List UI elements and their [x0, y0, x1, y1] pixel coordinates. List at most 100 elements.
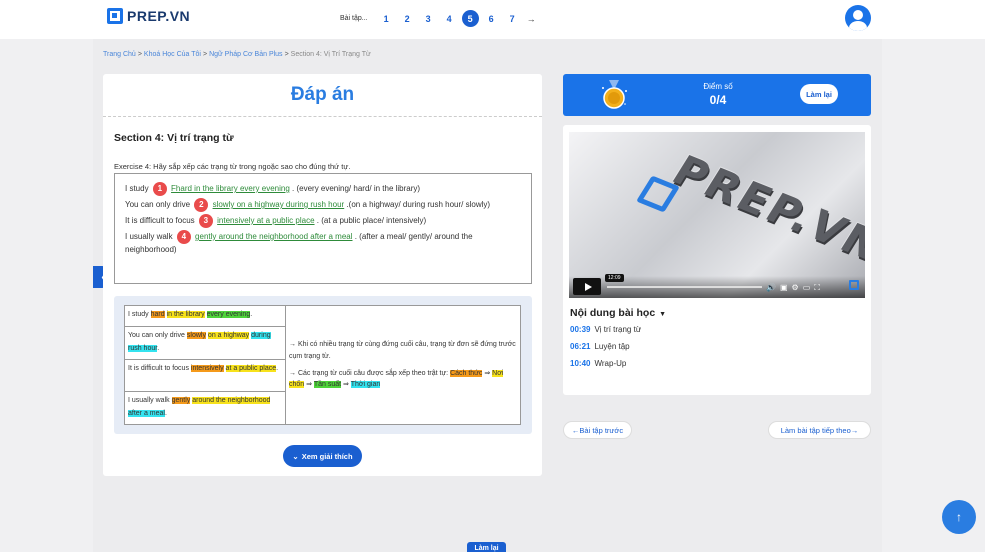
breadcrumb-item-home[interactable]: Trang Chủ	[103, 51, 136, 58]
retry-button[interactable]: Làm lại	[800, 84, 838, 104]
lesson-content-title[interactable]: Nội dung bài học ▼	[570, 307, 666, 319]
question-number-badge: 1	[152, 182, 167, 196]
breadcrumb-item-my-courses[interactable]: Khoá Học Của Tôi	[144, 51, 201, 58]
sentence-text: You can only drive	[128, 332, 187, 340]
highlight-manner: gently	[171, 397, 191, 405]
highlight-frequency: every evening	[206, 311, 251, 318]
sentence-text: It is difficult to focus	[128, 364, 191, 372]
lesson-name: Wrap-Up	[594, 359, 627, 368]
sentence-text: .	[276, 364, 279, 372]
rule-2: → Các trạng từ cuối câu được sắp xếp the…	[289, 368, 517, 392]
lesson-content-label: Nội dung bài học	[570, 307, 656, 319]
answer-item: You can only drive 2 slowly on a highway…	[125, 198, 521, 212]
sentence-text: .	[164, 409, 167, 417]
question-prefix: I study	[125, 184, 149, 194]
pager-page-6[interactable]: 6	[483, 10, 500, 27]
view-explanation-label: Xem giải thích	[301, 451, 353, 461]
rule-2-text: → Các trạng từ cuối câu được sắp xếp the…	[289, 369, 451, 377]
highlight-manner: slowly	[186, 332, 206, 340]
chevron-down-icon: ⌄	[292, 451, 299, 461]
fullscreen-icon[interactable]: ⛶	[814, 283, 820, 293]
score-label: Điểm số	[703, 82, 733, 91]
section-title: Section 4: Vị trí trạng từ	[114, 132, 234, 144]
view-explanation-button[interactable]: ⌄ Xem giải thích	[283, 445, 362, 467]
pager-next-arrow-icon[interactable]: →	[527, 14, 536, 24]
miniplayer-icon[interactable]: ▭	[803, 283, 811, 293]
arrow-icon: ⇒	[484, 369, 491, 377]
logo-icon	[107, 8, 123, 24]
play-icon[interactable]	[573, 278, 601, 295]
pager-page-1[interactable]: 1	[378, 10, 395, 27]
explanation-sentence: You can only drive slowly on a highway d…	[124, 326, 286, 360]
correct-answer: intensively at a public place	[217, 216, 315, 226]
score-value: 0/4	[709, 93, 727, 107]
lesson-time[interactable]: 00:39	[570, 325, 590, 342]
video-timestamp: 12:09	[605, 274, 624, 282]
pager-page-2[interactable]: 2	[399, 10, 416, 27]
highlight-manner: hard	[150, 311, 165, 318]
lesson-item[interactable]: 10:40 Wrap-Up	[570, 359, 641, 376]
breadcrumb-item-course[interactable]: Ngữ Pháp Cơ Bản Plus	[209, 51, 282, 58]
highlight-time: after a meal	[128, 409, 165, 417]
pager-page-7[interactable]: 7	[504, 10, 521, 27]
breadcrumb-separator: >	[137, 51, 142, 58]
sentence-text: .	[157, 344, 160, 352]
explanation-sentence: It is difficult to focus intensively at …	[124, 358, 286, 393]
arrow-icon: ⇒	[343, 381, 349, 389]
question-hint: .(on a highway/ during rush hour/ slowly…	[346, 200, 491, 210]
answer-title: Đáp án	[290, 84, 355, 105]
arrow-icon: ⇒	[306, 381, 313, 389]
answer-item: It is difficult to focus 3 intensively a…	[125, 214, 521, 228]
rule-time: Thời gian	[350, 381, 381, 389]
settings-gear-icon[interactable]: ⚙	[792, 283, 799, 293]
lesson-item[interactable]: 00:39 Vị trí trạng từ	[570, 325, 641, 342]
medal-icon	[602, 80, 627, 109]
question-prefix: It is difficult to focus	[125, 216, 195, 226]
question-number-badge: 3	[198, 214, 213, 228]
sentence-text: .	[250, 311, 253, 318]
lesson-item[interactable]: 06:21 Luyện tập	[570, 342, 641, 359]
breadcrumb-separator: >	[202, 51, 208, 58]
video-control-icons: 🔊 ▣ ⚙ ▭ ⛶	[766, 283, 820, 293]
previous-exercise-button[interactable]: ←Bài tập trước	[563, 421, 632, 439]
pager-page-5-active[interactable]: 5	[461, 10, 479, 27]
next-exercise-button[interactable]: Làm bài tập tiếp theo→	[768, 421, 871, 439]
exercise-pager: Bài tập... 1 2 3 4 5 6 7 →	[340, 10, 536, 27]
question-hint: . (at a public place/ intensively)	[316, 216, 427, 226]
question-number-badge: 4	[176, 230, 191, 244]
answer-card: Đáp án Section 4: Vị trí trạng từ Exerci…	[103, 74, 542, 476]
score-card: Điểm số 0/4 Làm lại	[563, 74, 871, 116]
lesson-name: Vị trí trạng từ	[594, 325, 642, 334]
rule-manner: Cách thức	[450, 369, 483, 377]
question-hint: . (every evening/ hard/ in the library)	[292, 184, 421, 194]
question-prefix: I usually walk	[125, 232, 173, 242]
caret-down-icon: ▼	[659, 311, 667, 318]
exercise-instruction: Exercise 4: Hãy sắp xếp các trạng từ tro…	[114, 162, 351, 171]
question-number-badge: 2	[194, 198, 209, 212]
scroll-to-top-arrow-up-icon[interactable]: ↑	[942, 500, 976, 534]
explanation-sentence: I usually walk gently around the neighbo…	[124, 391, 286, 425]
volume-icon[interactable]: 🔊	[766, 283, 776, 293]
lesson-time[interactable]: 10:40	[570, 359, 590, 376]
video-controls: 12:09 🔊 ▣ ⚙ ▭ ⛶	[569, 274, 865, 298]
highlight-place: around the neighborhood	[192, 397, 271, 405]
answer-item: I usually walk 4 gently around the neigh…	[125, 230, 521, 255]
bottom-retry-button[interactable]: Làm lại	[467, 542, 506, 552]
pager-page-3[interactable]: 3	[420, 10, 437, 27]
lesson-video-card: PREP.VN 12:09 🔊 ▣ ⚙ ▭ ⛶ Nội dung bài học…	[563, 125, 871, 395]
explanation-rules: → Khi có nhiều trạng từ cùng đứng cuối c…	[285, 305, 521, 425]
pager-page-4[interactable]: 4	[441, 10, 458, 27]
captions-icon[interactable]: ▣	[780, 283, 788, 293]
user-avatar-icon[interactable]	[845, 5, 871, 31]
video-progress-bar[interactable]	[607, 286, 762, 288]
breadcrumb-separator: >	[284, 51, 289, 58]
channel-logo-icon[interactable]	[849, 280, 859, 290]
lesson-time[interactable]: 06:21	[570, 342, 590, 359]
rule-1: → Khi có nhiều trạng từ cùng đứng cuối c…	[289, 340, 516, 360]
answer-box: I study 1 Fhard in the library every eve…	[114, 173, 532, 284]
logo[interactable]: PREP.VN	[107, 8, 190, 24]
explanation-sentence: I study hard in the library every evenin…	[124, 304, 286, 328]
video-player[interactable]: PREP.VN 12:09 🔊 ▣ ⚙ ▭ ⛶	[569, 132, 865, 298]
correct-answer: Fhard in the library every evening	[171, 184, 290, 194]
lesson-name: Luyện tập	[594, 342, 630, 351]
